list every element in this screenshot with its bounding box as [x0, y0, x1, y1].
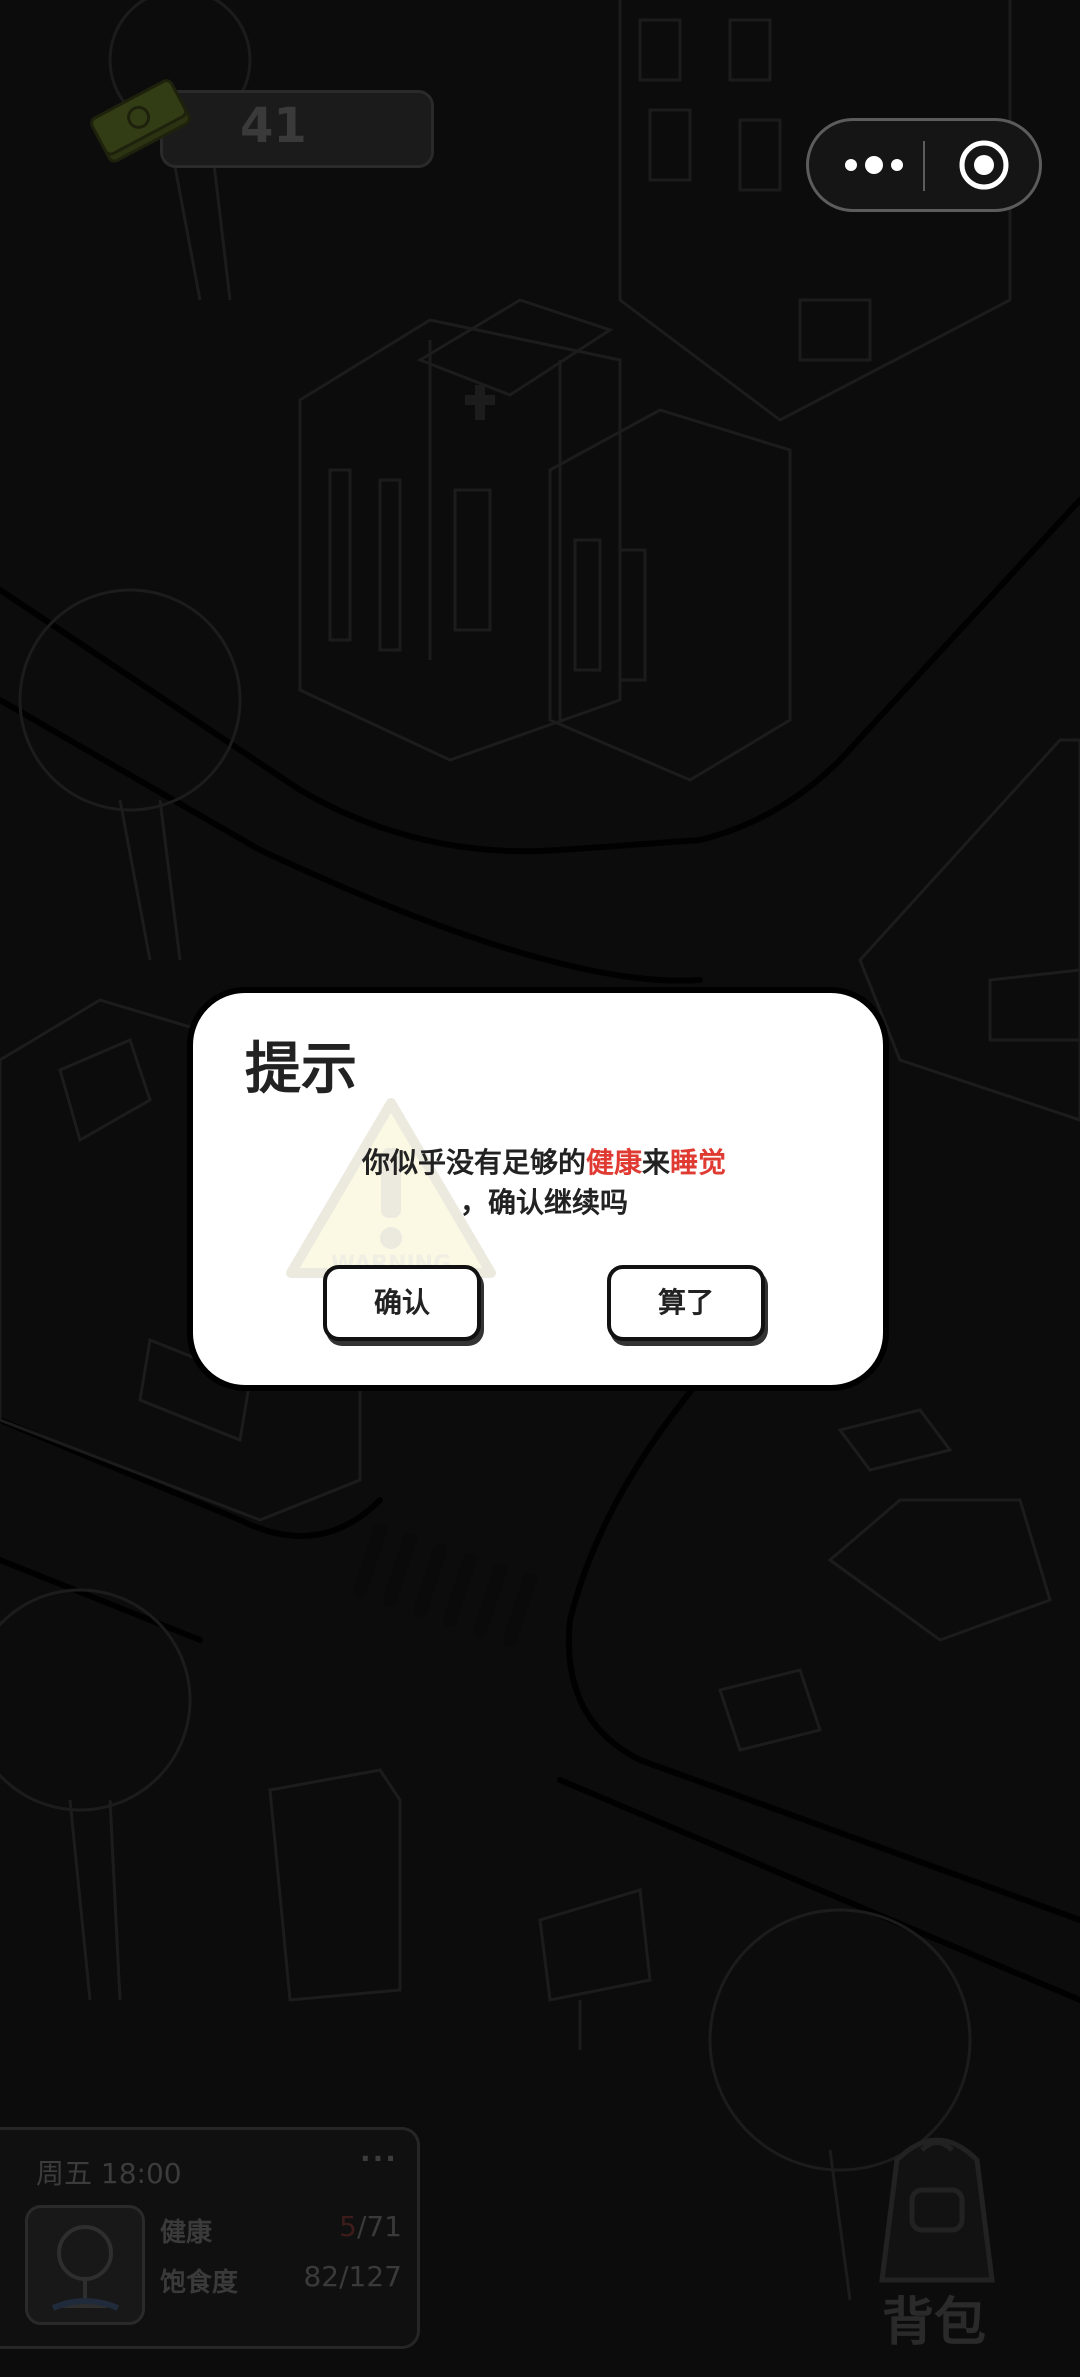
dialog-title: 提示	[245, 1037, 357, 1102]
backpack-icon	[879, 2137, 995, 2283]
dialog-message: 你似乎没有足够的健康来睡觉 ，确认继续吗	[193, 1143, 883, 1223]
money-display: 41	[80, 70, 434, 168]
target-close-icon[interactable]	[949, 133, 1019, 197]
satiety-value: 82/127	[303, 2260, 402, 2293]
cash-stack-icon	[90, 79, 191, 163]
status-panel: 周五 18:00 ··· 健康 5/71 饱食度 82/127	[0, 2127, 420, 2349]
backpack-label: 背包	[882, 2293, 987, 2353]
cancel-button[interactable]: 算了	[607, 1265, 765, 1341]
message-text-middle: 来	[642, 1146, 671, 1179]
health-value: 5/71	[242, 2210, 402, 2243]
health-max: /71	[356, 2210, 402, 2243]
message-sleep: 睡觉	[670, 1146, 727, 1179]
confirm-button[interactable]: 确认	[323, 1265, 481, 1341]
message-line-2: ，确认继续吗	[459, 1186, 628, 1219]
more-dots-icon[interactable]	[829, 133, 919, 197]
hint-dialog: WARNING 提示 你似乎没有足够的健康来睡觉 ，确认继续吗 确认 算了	[187, 987, 889, 1391]
health-label: 健康	[160, 2218, 213, 2248]
message-line-1: 你似乎没有足够的健康来睡觉	[193, 1143, 883, 1183]
backpack-button[interactable]: 背包	[852, 2120, 1022, 2353]
status-menu-button[interactable]: ···	[360, 2142, 398, 2175]
satiety-label: 饱食度	[160, 2268, 239, 2298]
mini-program-capsule	[806, 118, 1042, 212]
avatar-icon	[51, 2225, 120, 2311]
message-health: 健康	[585, 1146, 642, 1179]
game-time: 周五 18:00	[36, 2157, 182, 2190]
health-current: 5	[339, 2210, 357, 2243]
avatar[interactable]	[25, 2205, 145, 2325]
capsule-divider	[923, 141, 925, 191]
money-amount: 41	[240, 98, 307, 154]
message-text-1: 你似乎没有足够的	[361, 1146, 586, 1179]
